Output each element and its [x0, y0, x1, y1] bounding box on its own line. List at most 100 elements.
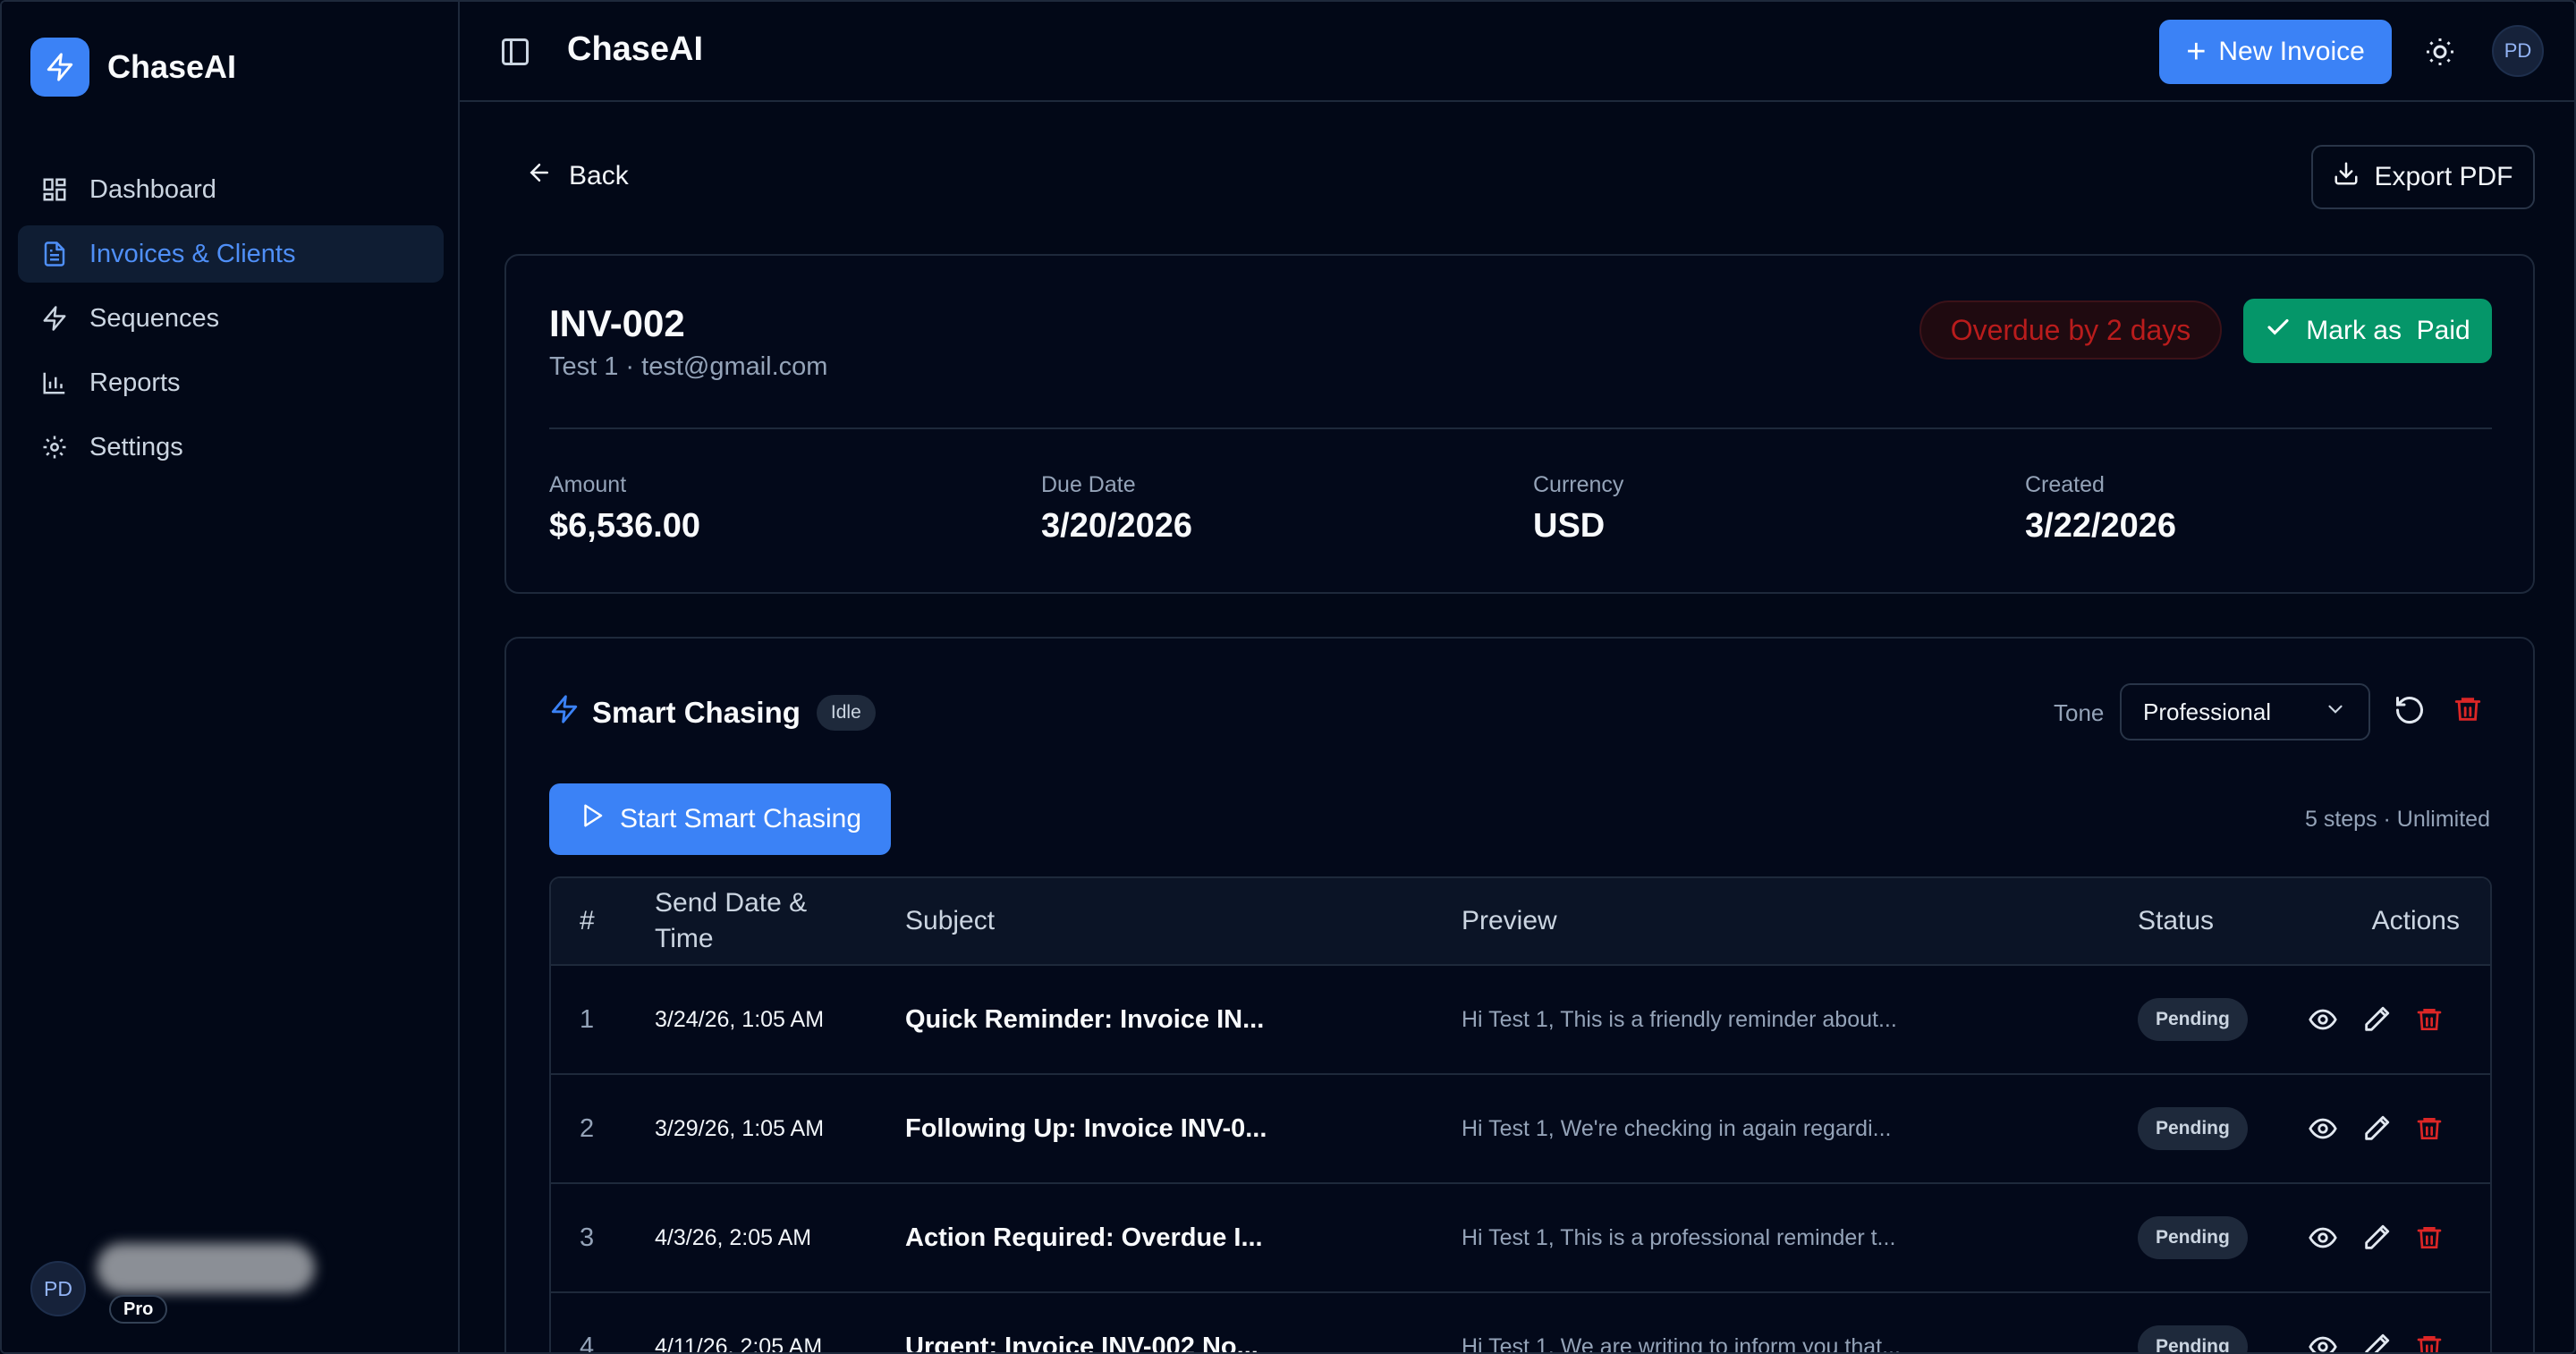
row-subject: Quick Reminder: Invoice IN... [905, 1004, 1265, 1034]
row-number: 4 [580, 1332, 595, 1354]
sidebar-item-label: Settings [89, 432, 183, 461]
bar-chart-icon [39, 368, 70, 398]
sidebar-item-dashboard[interactable]: Dashboard [18, 161, 444, 218]
row-preview: Hi Test 1, This is a professional remind… [1462, 1224, 1896, 1250]
column-header: Status [2138, 906, 2215, 935]
column-header: Actions [2371, 906, 2460, 935]
sun-icon[interactable] [2424, 36, 2456, 68]
table-row[interactable]: 3 4/3/26, 2:05 AM Action Required: Overd… [551, 1184, 2490, 1293]
table-row[interactable]: 1 3/24/26, 1:05 AM Quick Reminder: Invoi… [551, 966, 2490, 1075]
gear-icon [39, 432, 70, 462]
row-subject: Action Required: Overdue I... [905, 1223, 1263, 1252]
table-row[interactable]: 4 4/11/26, 2:05 AM Urgent: Invoice INV-0… [551, 1293, 2490, 1354]
pencil-icon[interactable] [2361, 1223, 2392, 1253]
section-title-label: Smart Chasing [592, 696, 801, 729]
start-chasing-button[interactable]: Start Smart Chasing [549, 783, 891, 855]
row-number: 3 [580, 1223, 595, 1252]
stat-value: $6,536.00 [549, 507, 701, 545]
export-pdf-button[interactable]: Export PDF [2311, 145, 2535, 209]
status-badge: Pending [2138, 1107, 2248, 1150]
pencil-icon[interactable] [2361, 1113, 2392, 1144]
app-window: ChaseAI Dashboard Invoices & Clients Seq… [0, 0, 2576, 1354]
chevron-down-icon [2324, 698, 2347, 727]
trash-icon[interactable] [2415, 1333, 2444, 1352]
column-header: Preview [1462, 906, 1557, 935]
table-header: # Send Date & Time Subject Preview Statu… [551, 878, 2490, 966]
brand[interactable]: ChaseAI [30, 38, 236, 97]
stat-label: Due Date [1041, 472, 1136, 497]
eye-icon[interactable] [2308, 1223, 2338, 1253]
sidebar-item-settings[interactable]: Settings [18, 419, 444, 476]
plus-icon: + [2186, 33, 2207, 71]
status-badge: Pending [2138, 1325, 2248, 1352]
invoice-client: Test 1 · test@gmail.com [549, 352, 828, 381]
mark-paid-label: Mark as Paid [2306, 316, 2470, 345]
pencil-icon[interactable] [2361, 1332, 2392, 1352]
stat-created: Created 3/22/2026 [2025, 472, 2176, 546]
divider [549, 427, 2492, 429]
sidebar-item-sequences[interactable]: Sequences [18, 290, 444, 347]
column-header: Subject [905, 906, 996, 935]
row-preview: Hi Test 1, We're checking in again regar… [1462, 1115, 1892, 1141]
pencil-icon[interactable] [2361, 1004, 2392, 1035]
sidebar-item-label: Reports [89, 368, 181, 397]
stat-amount: Amount $6,536.00 [549, 472, 700, 546]
stat-value: USD [1533, 507, 1606, 545]
sidebar-user[interactable]: PD Pro [30, 1243, 315, 1324]
tone-select[interactable]: Professional [2120, 683, 2370, 740]
back-label: Back [569, 161, 629, 190]
download-icon [2333, 160, 2360, 194]
redacted-user-name [97, 1243, 315, 1293]
user-avatar[interactable]: PD [2492, 25, 2544, 77]
tone-value: Professional [2143, 698, 2272, 725]
new-invoice-button[interactable]: + New Invoice [2159, 20, 2392, 84]
refresh-icon[interactable] [2394, 694, 2426, 731]
state-badge: Idle [816, 695, 876, 731]
stat-label: Created [2025, 472, 2105, 497]
stat-label: Amount [549, 472, 627, 497]
sidebar: ChaseAI Dashboard Invoices & Clients Seq… [2, 2, 460, 1352]
trash-icon[interactable] [2415, 1114, 2444, 1143]
smart-chasing-card: Smart Chasing Idle Tone Professional Sta… [504, 637, 2535, 1354]
sidebar-toggle-icon[interactable] [499, 36, 531, 68]
trash-icon[interactable] [2415, 1005, 2444, 1034]
avatar[interactable]: PD [30, 1261, 86, 1316]
dashboard-icon [39, 174, 70, 205]
row-number: 1 [580, 1004, 595, 1034]
steps-info: 5 steps · Unlimited [2304, 807, 2490, 832]
eye-icon[interactable] [2308, 1332, 2338, 1352]
trash-icon[interactable] [2453, 694, 2483, 729]
eye-icon[interactable] [2308, 1113, 2338, 1144]
row-date: 4/11/26, 2:05 AM [655, 1333, 823, 1354]
check-icon [2265, 314, 2292, 348]
section-title: Smart Chasing Idle [549, 694, 876, 732]
new-invoice-label: New Invoice [2218, 37, 2365, 66]
sidebar-item-label: Invoices & Clients [89, 239, 296, 268]
column-header: Send Date & Time [655, 888, 808, 953]
stat-due-date: Due Date 3/20/2026 [1041, 472, 1192, 546]
sidebar-item-label: Sequences [89, 303, 220, 333]
sidebar-item-invoices[interactable]: Invoices & Clients [18, 225, 444, 283]
sidebar-item-reports[interactable]: Reports [18, 354, 444, 411]
status-badge: Pending [2138, 998, 2248, 1041]
row-number: 2 [580, 1113, 595, 1143]
row-subject: Urgent: Invoice INV-002 No... [905, 1332, 1258, 1354]
stat-currency: Currency USD [1533, 472, 1623, 546]
eye-icon[interactable] [2308, 1004, 2338, 1035]
stat-value: 3/20/2026 [1041, 507, 1193, 545]
brand-name: ChaseAI [107, 48, 237, 85]
status-badge: Overdue by 2 days [1919, 300, 2222, 360]
topbar: ChaseAI + New Invoice PD [460, 2, 2574, 102]
plan-badge: Pro [109, 1295, 168, 1324]
table-row[interactable]: 2 3/29/26, 1:05 AM Following Up: Invoice… [551, 1075, 2490, 1184]
column-header: # [580, 906, 595, 935]
mark-paid-button[interactable]: Mark as Paid [2243, 299, 2492, 363]
row-preview: Hi Test 1, This is a friendly reminder a… [1462, 1006, 1897, 1032]
trash-icon[interactable] [2415, 1223, 2444, 1252]
arrow-left-icon [526, 159, 553, 193]
back-button[interactable]: Back [526, 159, 629, 193]
invoice-id: INV-002 [549, 302, 685, 344]
start-chasing-label: Start Smart Chasing [619, 804, 862, 834]
file-text-icon [39, 239, 70, 269]
row-date: 3/24/26, 1:05 AM [655, 1006, 825, 1032]
